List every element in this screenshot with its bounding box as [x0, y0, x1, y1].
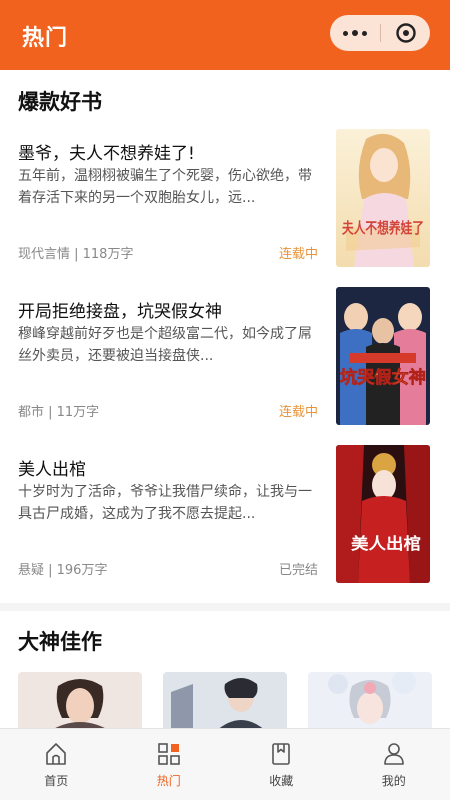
- book-status: 连载中: [278, 247, 318, 262]
- tab-favorites[interactable]: 收藏: [225, 729, 338, 800]
- close-miniprogram-button[interactable]: [381, 15, 430, 51]
- section-title-hot: 爆款好书: [18, 90, 102, 114]
- tab-mine[interactable]: 我的: [338, 729, 450, 800]
- book-title: 美人出棺: [18, 460, 86, 480]
- book-status: 已完结: [278, 563, 318, 578]
- more-menu-button[interactable]: [330, 15, 380, 51]
- top-bar: 热门: [0, 0, 450, 70]
- book-item[interactable]: 墨爷，夫人不想养娃了! 五年前，温栩栩被骗生了个死婴，伤心欲绝，带着存活下来的另…: [0, 129, 450, 289]
- book-thumbnail[interactable]: [18, 672, 142, 732]
- tab-label: 热门: [156, 774, 181, 788]
- book-meta: 悬疑 | 196万字: [18, 563, 108, 578]
- miniprogram-capsule: [330, 15, 430, 51]
- book-item[interactable]: 开局拒绝接盘，坑哭假女神 穆峰穿越前好歹也是个超级富二代，如今成了屌丝外卖员，还…: [0, 287, 450, 447]
- tab-label: 我的: [381, 774, 406, 788]
- section-divider: [0, 603, 450, 611]
- tab-label: 首页: [44, 774, 69, 788]
- more-dot-icon: [362, 30, 367, 36]
- bookmark-icon: [272, 743, 291, 765]
- section-title-masters: 大神佳作: [18, 630, 102, 654]
- book-description: 五年前，温栩栩被骗生了个死婴，伤心欲绝，带着存活下来的另一个双胞胎女儿，远...: [18, 168, 312, 206]
- more-dot-icon: [352, 30, 358, 36]
- book-title: 开局拒绝接盘，坑哭假女神: [18, 302, 222, 322]
- book-meta: 现代言情 | 118万字: [18, 247, 134, 262]
- page: 热门 爆款好书 墨爷，夫人不想养娃了! 五年前，温栩栩被骗生了个死婴，伤心欲绝，…: [0, 0, 450, 800]
- hot-icon: [157, 743, 180, 765]
- more-dot-icon: [343, 30, 348, 36]
- home-icon: [46, 743, 67, 765]
- book-cover: 美人出棺: [336, 445, 430, 583]
- tab-hot[interactable]: 热门: [113, 729, 226, 800]
- cover-title-text: 坑哭假女神: [340, 367, 426, 388]
- close-circle-icon: [395, 23, 416, 43]
- tab-label: 收藏: [269, 774, 294, 788]
- book-thumbnail[interactable]: [163, 672, 287, 732]
- book-thumbnail[interactable]: [308, 672, 432, 732]
- book-item[interactable]: 美人出棺 十岁时为了活命，爷爷让我借尸续命，让我与一具古尸成婚，这成为了我不愿去…: [0, 445, 450, 605]
- bottom-tab-bar: 首页 热门 收藏 我的: [0, 728, 450, 800]
- page-title: 热门: [22, 26, 69, 51]
- tab-home[interactable]: 首页: [0, 729, 113, 800]
- user-icon: [383, 743, 404, 765]
- cover-title-text: 夫人不想养娃了: [342, 219, 424, 237]
- book-meta: 都市 | 11万字: [18, 405, 100, 420]
- cover-title-text: 美人出棺: [351, 534, 421, 553]
- book-status: 连载中: [278, 405, 318, 420]
- book-description: 十岁时为了活命，爷爷让我借尸续命，让我与一具古尸成婚，这成为了我不愿去提起...: [18, 484, 312, 522]
- book-title: 墨爷，夫人不想养娃了!: [18, 144, 195, 164]
- book-description: 穆峰穿越前好歹也是个超级富二代，如今成了屌丝外卖员，还要被迫当接盘侠...: [18, 326, 312, 364]
- book-cover: 坑哭假女神: [336, 287, 430, 425]
- book-cover: 夫人不想养娃了: [336, 129, 430, 267]
